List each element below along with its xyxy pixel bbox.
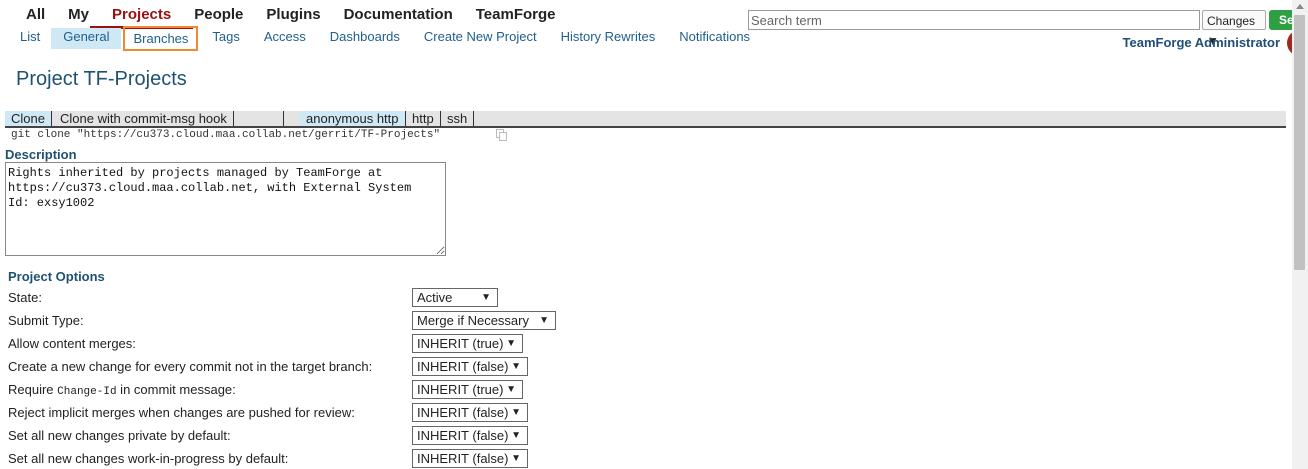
- scroll-up-icon[interactable]: [1296, 4, 1304, 9]
- copy-icon[interactable]: [496, 129, 508, 141]
- chevron-down-icon: ▼: [539, 315, 549, 326]
- tab-create-new-project[interactable]: Create New Project: [424, 28, 537, 49]
- reject-implicit-select[interactable]: INHERIT (false) ▼: [412, 403, 528, 422]
- require-changeid-select[interactable]: INHERIT (true) ▼: [412, 380, 523, 399]
- wip-default-select[interactable]: INHERIT (false) ▼: [412, 449, 528, 468]
- nav-all[interactable]: All: [16, 4, 55, 27]
- private-default-value: INHERIT (false): [417, 428, 509, 443]
- chevron-down-icon: ▼: [511, 407, 521, 418]
- new-change-label: Create a new change for every commit not…: [8, 359, 373, 374]
- tab-dashboards[interactable]: Dashboards: [330, 28, 400, 49]
- private-default-select[interactable]: INHERIT (false) ▼: [412, 426, 528, 445]
- private-default-label: Set all new changes private by default:: [8, 428, 231, 443]
- tab-access[interactable]: Access: [264, 28, 306, 49]
- require-changeid-suffix: in commit message:: [116, 382, 236, 397]
- tab-notifications[interactable]: Notifications: [679, 28, 750, 49]
- nav-plugins[interactable]: Plugins: [256, 4, 330, 27]
- nav-documentation[interactable]: Documentation: [334, 4, 463, 27]
- clone-bar: Clone Clone with commit-msg hook anonymo…: [5, 111, 1286, 128]
- nav-my[interactable]: My: [58, 4, 99, 27]
- nav-people[interactable]: People: [184, 4, 253, 27]
- http-tab[interactable]: http: [406, 111, 441, 126]
- submit-type-label: Submit Type:: [8, 313, 84, 328]
- state-value: Active: [417, 290, 453, 305]
- user-menu-link[interactable]: TeamForge Administrator: [1123, 35, 1280, 50]
- tab-tags[interactable]: Tags: [212, 28, 239, 49]
- wip-default-label: Set all new changes work-in-progress by …: [8, 451, 289, 466]
- chevron-down-icon: ▼: [511, 430, 521, 441]
- content-merges-label: Allow content merges:: [8, 336, 136, 351]
- new-change-select[interactable]: INHERIT (false) ▼: [412, 357, 528, 376]
- clone-with-hook-tab[interactable]: Clone with commit-msg hook: [54, 111, 234, 126]
- tab-branches[interactable]: Branches: [123, 26, 199, 51]
- submit-type-value: Merge if Necessary: [417, 313, 529, 328]
- content-merges-select[interactable]: INHERIT (true) ▼: [412, 334, 523, 353]
- tab-list[interactable]: List: [20, 28, 40, 49]
- chevron-down-icon: ▼: [506, 384, 516, 395]
- description-label: Description: [5, 147, 77, 162]
- reject-implicit-label: Reject implicit merges when changes are …: [8, 405, 355, 420]
- reject-implicit-value: INHERIT (false): [417, 405, 509, 420]
- require-changeid-label: Require Change-Id in commit message:: [8, 382, 236, 398]
- clone-command: git clone "https://cu373.cloud.maa.colla…: [11, 129, 441, 141]
- state-label: State:: [8, 290, 42, 305]
- search-input[interactable]: [748, 10, 1200, 30]
- clone-tab[interactable]: Clone: [5, 111, 52, 126]
- content-merges-value: INHERIT (true): [417, 336, 504, 351]
- search-scope-select[interactable]: Changes ▼: [1202, 10, 1266, 48]
- nav-projects[interactable]: Projects: [89, 4, 194, 29]
- top-nav: All My Projects People Plugins Documenta…: [16, 4, 569, 29]
- project-subnav: List General Branches Tags Access Dashbo…: [20, 26, 774, 51]
- chevron-down-icon: ▼: [506, 338, 516, 349]
- chevron-down-icon: ▼: [511, 361, 521, 372]
- nav-teamforge[interactable]: TeamForge: [466, 4, 566, 27]
- clone-spacer: [233, 111, 284, 126]
- require-changeid-value: INHERIT (true): [417, 382, 504, 397]
- scroll-thumb[interactable]: [1294, 15, 1305, 270]
- page-title: Project TF-Projects: [16, 68, 187, 90]
- submit-type-select[interactable]: Merge if Necessary ▼: [412, 311, 556, 330]
- tab-history-rewrites[interactable]: History Rewrites: [561, 28, 656, 49]
- description-textarea[interactable]: Rights inherited by projects managed by …: [5, 162, 446, 256]
- page-scrollbar[interactable]: [1292, 0, 1308, 469]
- ssh-tab[interactable]: ssh: [441, 111, 475, 126]
- new-change-value: INHERIT (false): [417, 359, 509, 374]
- wip-default-value: INHERIT (false): [417, 451, 509, 466]
- state-select[interactable]: Active ▼: [412, 288, 498, 307]
- chevron-down-icon: ▼: [511, 453, 521, 464]
- chevron-down-icon: ▼: [481, 292, 491, 303]
- changeid-code: Change-Id: [57, 386, 117, 398]
- anonymous-http-tab[interactable]: anonymous http: [300, 111, 406, 126]
- tab-general[interactable]: General: [51, 28, 122, 49]
- require-changeid-prefix: Require: [8, 382, 58, 397]
- project-options-heading: Project Options: [8, 269, 105, 284]
